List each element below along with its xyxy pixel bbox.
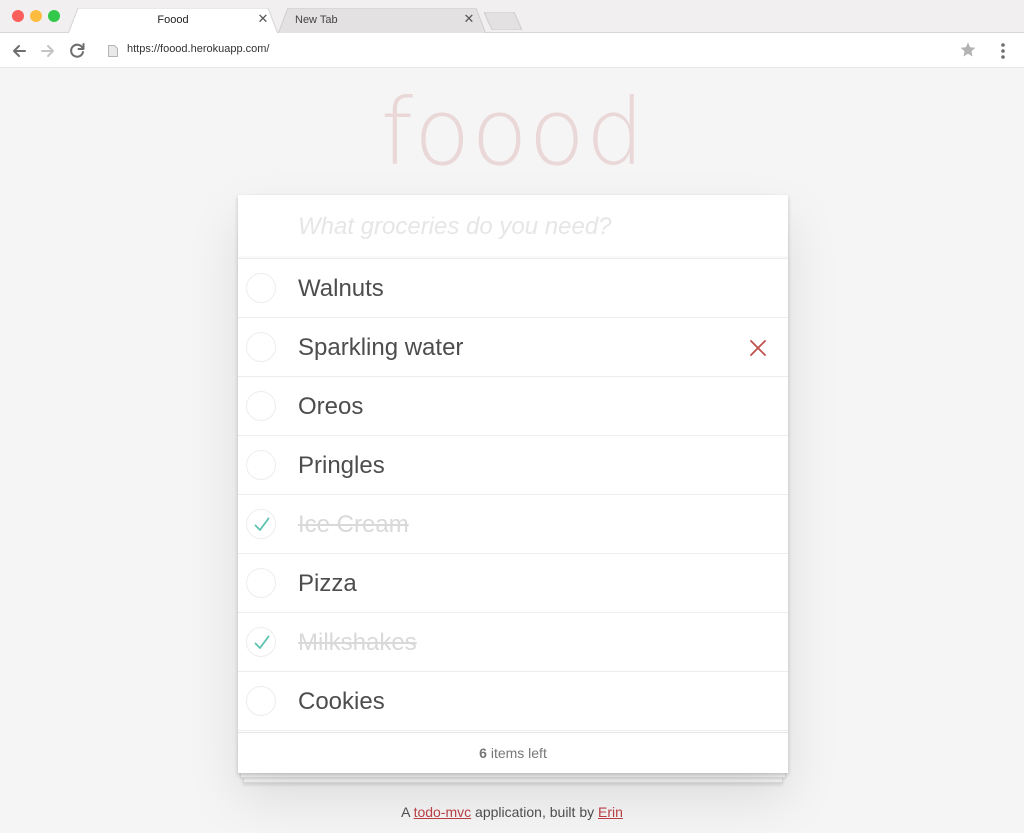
todo-footer: 6 items left — [238, 732, 788, 773]
credits: A todo-mvc application, built by Erin — [0, 804, 1024, 820]
new-tab-shape — [484, 12, 522, 30]
browser-toolbar: https://foood.herokuapp.com/ — [0, 33, 1024, 68]
app-title: foood — [380, 79, 646, 186]
todo-list: Walnuts Sparkling water Oreos Pringles Ice C… — [238, 259, 788, 731]
credits-middle: application, built by — [471, 804, 598, 820]
author-link[interactable]: Erin — [598, 804, 623, 820]
todo-card: Walnuts Sparkling water Oreos Pringles Ice C… — [238, 195, 788, 773]
toggle-checkbox[interactable] — [246, 332, 276, 362]
toggle-checkbox[interactable] — [246, 509, 276, 539]
todo-item: Pizza — [238, 554, 788, 613]
tab-new-tab[interactable]: New Tab ✕ — [278, 8, 486, 34]
back-arrow-icon[interactable] — [9, 41, 29, 61]
page-icon — [108, 44, 118, 57]
star-icon[interactable] — [959, 41, 977, 59]
todo-label[interactable]: Oreos — [298, 393, 363, 421]
toggle-checkbox[interactable] — [246, 273, 276, 303]
items-left-label: items left — [486, 745, 547, 761]
tab-strip: Foood ✕ New Tab ✕ — [0, 0, 1024, 34]
todo-label[interactable]: Walnuts — [298, 275, 384, 303]
toggle-checkbox[interactable] — [246, 450, 276, 480]
todo-label[interactable]: Cookies — [298, 688, 385, 716]
toggle-checkbox[interactable] — [246, 627, 276, 657]
browser-chrome: Foood ✕ New Tab ✕ https://foood.herokuap… — [0, 0, 1024, 68]
toggle-checkbox[interactable] — [246, 686, 276, 716]
todo-label[interactable]: Pizza — [298, 570, 357, 598]
close-window-button[interactable] — [12, 10, 24, 22]
todo-item: Walnuts — [238, 259, 788, 318]
check-icon — [254, 517, 270, 531]
toggle-checkbox[interactable] — [246, 568, 276, 598]
items-left-count: 6 — [479, 745, 487, 761]
todo-item: Pringles — [238, 436, 788, 495]
todo-item: Ice Cream — [238, 495, 788, 554]
new-todo-input[interactable] — [238, 195, 788, 259]
tab-title: Foood — [157, 14, 189, 26]
check-icon — [254, 635, 270, 649]
new-tab-button[interactable] — [484, 8, 522, 34]
minimize-window-button[interactable] — [30, 10, 42, 22]
tab-title: New Tab — [295, 14, 338, 26]
todo-item: Milkshakes — [238, 613, 788, 672]
todo-label[interactable]: Ice Cream — [298, 511, 409, 539]
close-icon[interactable] — [748, 338, 768, 358]
todo-label[interactable]: Pringles — [298, 452, 385, 480]
todo-item: Cookies — [238, 672, 788, 731]
todo-mvc-link[interactable]: todo-mvc — [414, 804, 472, 820]
todo-item: Sparkling water — [238, 318, 788, 377]
kebab-menu-icon[interactable] — [996, 41, 1010, 61]
close-tab-icon[interactable]: ✕ — [462, 12, 476, 26]
address-bar[interactable]: https://foood.herokuapp.com/ — [127, 43, 269, 55]
todo-item: Oreos — [238, 377, 788, 436]
tab-foood[interactable]: Foood ✕ — [68, 8, 278, 34]
forward-arrow-icon[interactable] — [38, 41, 58, 61]
reload-icon[interactable] — [67, 41, 87, 61]
todo-label[interactable]: Sparkling water — [298, 334, 463, 362]
close-tab-icon[interactable]: ✕ — [256, 12, 270, 26]
toggle-checkbox[interactable] — [246, 391, 276, 421]
credits-prefix: A — [401, 804, 414, 820]
zoom-window-button[interactable] — [48, 10, 60, 22]
todo-label[interactable]: Milkshakes — [298, 629, 417, 657]
